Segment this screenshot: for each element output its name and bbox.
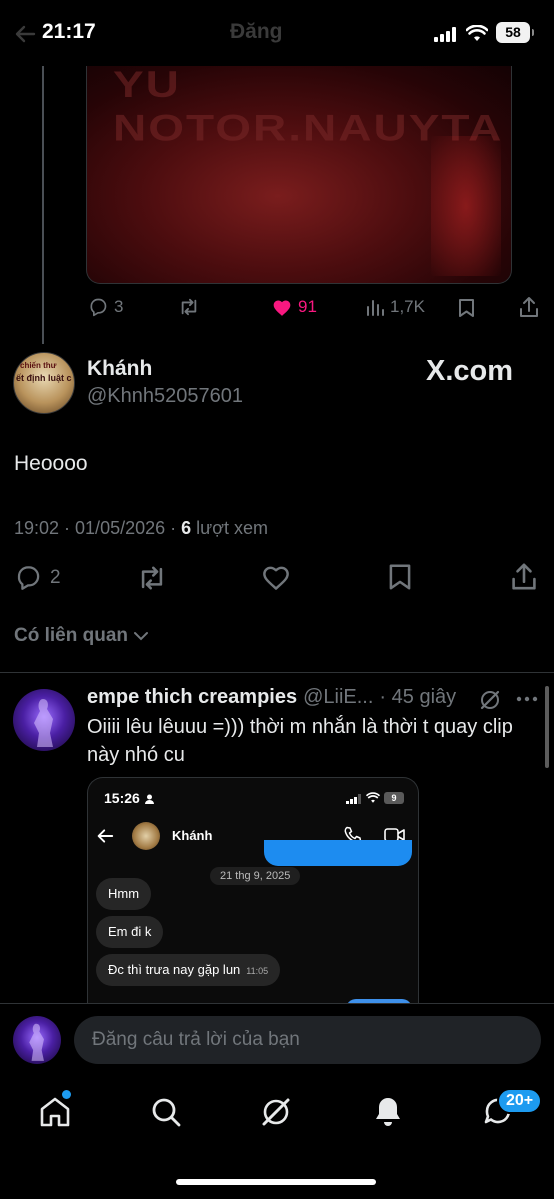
avatar-empe[interactable] bbox=[13, 689, 75, 751]
embed-contact-avatar bbox=[132, 822, 160, 850]
media-light-glow bbox=[431, 136, 501, 276]
embed-message-time: 11:05 bbox=[246, 966, 269, 976]
home-indicator[interactable] bbox=[176, 1179, 376, 1185]
like-count: 91 bbox=[298, 297, 317, 316]
main-bookmark-icon[interactable] bbox=[388, 563, 412, 591]
avatar-figure-icon bbox=[29, 1023, 44, 1061]
bookmark-icon[interactable] bbox=[458, 298, 475, 318]
main-reply-action[interactable]: 2 bbox=[14, 564, 61, 591]
reply-icon bbox=[90, 298, 107, 317]
home-notification-dot bbox=[62, 1090, 71, 1099]
home-icon bbox=[40, 1097, 70, 1127]
divider bbox=[0, 672, 554, 673]
avatar-text-1: chiến thư bbox=[20, 361, 57, 370]
embed-status-time: 15:26 bbox=[104, 790, 140, 806]
parent-tweet-media[interactable]: YU NOTOR.NAUYTA bbox=[86, 66, 512, 284]
embed-contact-name: Khánh bbox=[172, 828, 213, 843]
nav-grok[interactable] bbox=[256, 1092, 296, 1132]
thread-connector-line bbox=[42, 66, 44, 344]
embed-date-chip: 21 thg 9, 2025 bbox=[210, 867, 301, 885]
reply-count: 3 bbox=[114, 297, 124, 316]
embed-back-arrow-icon bbox=[96, 828, 114, 844]
reply-composer-input[interactable] bbox=[74, 1016, 541, 1064]
avatar-khanh[interactable]: chiến thư ết định luật c bbox=[13, 352, 75, 414]
cellular-signal-icon bbox=[434, 27, 458, 42]
embed-message-bubble: Hmm bbox=[96, 878, 152, 910]
status-title: Đăng bbox=[230, 20, 283, 43]
wifi-icon bbox=[466, 25, 488, 42]
embed-message-text: Đc thì trưa nay gặp lun bbox=[108, 962, 241, 977]
views-action[interactable]: 1,7K bbox=[366, 297, 425, 317]
composer-avatar bbox=[13, 1016, 61, 1064]
views-label: lượt xem bbox=[191, 518, 269, 538]
search-icon bbox=[152, 1098, 181, 1127]
like-action[interactable]: 91 bbox=[272, 297, 317, 317]
tweet-meta: 19:02 · 01/05/2026 · 6 lượt xem bbox=[14, 518, 268, 539]
battery-indicator: 58 bbox=[496, 22, 534, 43]
embed-wifi-icon bbox=[366, 792, 380, 804]
author-handle[interactable]: @Khnh52057601 bbox=[87, 385, 243, 408]
grok-icon[interactable] bbox=[478, 688, 502, 712]
reply-time: · 45 giây bbox=[379, 686, 457, 708]
view-count: 6 bbox=[181, 518, 192, 538]
embed-message-text: Hmm bbox=[108, 886, 140, 901]
embed-message-text: Em đi k bbox=[108, 924, 152, 939]
grok-icon bbox=[262, 1098, 290, 1126]
main-like-icon[interactable] bbox=[261, 564, 291, 591]
main-repost-icon[interactable] bbox=[136, 564, 168, 592]
reply-header: empe thich creampies @LiiE... · 45 giây bbox=[87, 686, 456, 709]
reply-author-name[interactable]: empe thich creampies bbox=[87, 686, 297, 709]
reply-text: Oiiii lêu lêuuu =))) thời m nhắn là thời… bbox=[87, 716, 513, 766]
share-icon[interactable] bbox=[519, 296, 539, 318]
tweet-text: Heoooo bbox=[14, 452, 88, 475]
repost-icon bbox=[181, 298, 197, 316]
views-chart-icon bbox=[367, 300, 384, 316]
reply-author-handle[interactable]: @LiiE... bbox=[303, 686, 373, 709]
reply-icon bbox=[17, 566, 40, 590]
tweet-timestamp: 19:02 · 01/05/2026 · bbox=[14, 518, 182, 538]
reply-media-screenshot[interactable]: 15:26 9 Khánh 21 thg 9, 2025 Hmm Em đi k… bbox=[87, 777, 419, 1003]
avatar-figure-icon bbox=[34, 699, 53, 747]
avatar-text-2: ết định luật c bbox=[16, 373, 72, 383]
author-name[interactable]: Khánh bbox=[87, 357, 152, 381]
views-count: 1,7K bbox=[390, 297, 425, 316]
heart-filled-icon bbox=[273, 300, 291, 316]
embed-signal-icon bbox=[346, 794, 362, 804]
related-label: Có liên quan bbox=[14, 625, 128, 646]
scrollbar[interactable] bbox=[545, 686, 549, 768]
messages-badge: 20+ bbox=[497, 1088, 543, 1114]
embed-message-bubble: Em đi k bbox=[96, 916, 164, 948]
embed-battery: 9 bbox=[384, 792, 404, 804]
main-reply-count: 2 bbox=[50, 566, 61, 588]
bell-icon bbox=[376, 1098, 400, 1126]
embed-message-bubble: Đc thì trưa nay gặp lun 11:05 bbox=[96, 954, 281, 986]
x-com-watermark: X.com bbox=[426, 355, 514, 387]
status-time: 21:17 bbox=[42, 20, 96, 43]
embed-sent-bubble bbox=[264, 840, 412, 866]
divider bbox=[0, 1003, 554, 1004]
chevron-down-icon bbox=[134, 632, 148, 641]
main-share-icon[interactable] bbox=[511, 562, 537, 591]
more-options-icon[interactable] bbox=[516, 696, 538, 702]
reply-action[interactable]: 3 bbox=[88, 297, 123, 317]
related-filter-button[interactable]: Có liên quan bbox=[14, 625, 148, 647]
nav-notifications[interactable] bbox=[368, 1092, 408, 1132]
repost-action[interactable] bbox=[178, 297, 200, 317]
back-arrow-icon[interactable] bbox=[14, 24, 36, 44]
nav-search[interactable] bbox=[146, 1092, 186, 1132]
embed-person-icon bbox=[145, 794, 154, 804]
